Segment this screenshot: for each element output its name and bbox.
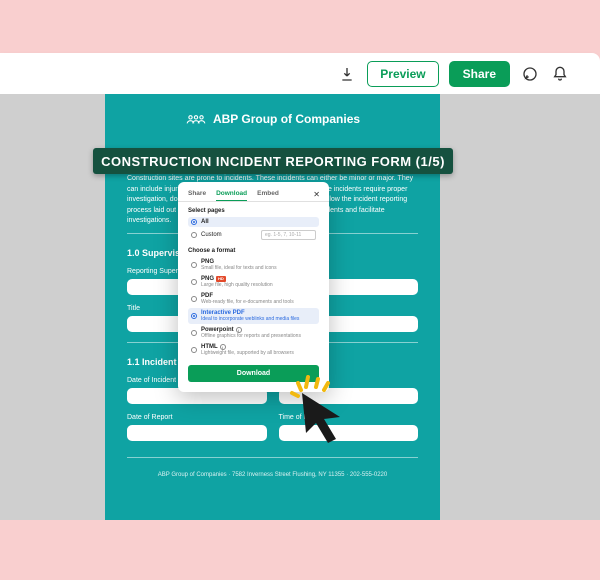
format-powerpoint[interactable]: Powerpoint i Offline graphics for report… <box>188 325 319 341</box>
select-pages-heading: Select pages <box>188 208 319 214</box>
cursor-with-spark <box>284 375 356 452</box>
field-date-report[interactable] <box>127 425 267 441</box>
form-title: CONSTRUCTION INCIDENT REPORTING FORM (1/… <box>101 154 445 169</box>
radio-icon <box>191 262 197 268</box>
form-footer: ABP Group of Companies · 7582 Inverness … <box>127 472 418 478</box>
custom-pages-input[interactable]: eg. 1-5, 7, 10-11 <box>261 230 316 240</box>
app-topbar: Preview Share <box>0 53 600 95</box>
brand-row: ABP Group of Companies <box>127 112 418 126</box>
format-html[interactable]: HTML i Lightweight file, supported by al… <box>188 342 319 358</box>
format-pdf[interactable]: PDF Web-ready file, for e-documents and … <box>188 291 319 307</box>
radio-custom[interactable]: Custom eg. 1-5, 7, 10-11 <box>188 228 319 242</box>
radio-icon <box>191 232 197 238</box>
modal-tabs: Share Download Embed <box>188 190 319 201</box>
label-date-report: Date of Report <box>127 414 267 421</box>
tab-share[interactable]: Share <box>188 190 206 201</box>
choose-format-heading: Choose a format <box>188 248 319 254</box>
brand-text: ABP Group of Companies <box>213 112 360 126</box>
form-title-banner: CONSTRUCTION INCIDENT REPORTING FORM (1/… <box>93 148 453 174</box>
radio-icon <box>191 313 197 319</box>
format-desc: Large file, high quality resolution <box>201 282 273 288</box>
people-icon <box>185 112 207 126</box>
divider <box>127 457 418 458</box>
bell-icon[interactable] <box>550 64 570 84</box>
radio-all-label: All <box>201 219 209 225</box>
format-png[interactable]: PNG Small file, ideal for texts and icon… <box>188 257 319 273</box>
comment-icon[interactable] <box>520 64 540 84</box>
radio-icon <box>191 330 197 336</box>
radio-icon <box>191 279 197 285</box>
format-png-hd[interactable]: PNG HD Large file, high quality resoluti… <box>188 274 319 290</box>
tab-embed[interactable]: Embed <box>257 190 279 201</box>
radio-icon <box>191 219 197 225</box>
format-interactive-pdf[interactable]: Interactive PDF Ideal to incorporate web… <box>188 308 319 324</box>
format-desc: Web-ready file, for e-documents and tool… <box>201 299 294 305</box>
format-desc: Lightweight file, supported by all brows… <box>201 350 294 356</box>
format-desc: Ideal to incorporate weblinks and media … <box>201 316 299 322</box>
download-icon[interactable] <box>337 64 357 84</box>
format-desc: Offline graphics for reports and present… <box>201 333 301 339</box>
radio-icon <box>191 347 197 353</box>
radio-custom-label: Custom <box>201 232 222 238</box>
radio-icon <box>191 296 197 302</box>
preview-button[interactable]: Preview <box>367 61 438 87</box>
format-desc: Small file, ideal for texts and icons <box>201 265 277 271</box>
radio-all[interactable]: All <box>188 217 319 227</box>
close-icon[interactable]: ✕ <box>313 190 320 199</box>
download-modal: ✕ Share Download Embed Select pages All … <box>178 182 329 392</box>
share-button[interactable]: Share <box>449 61 510 87</box>
tab-download[interactable]: Download <box>216 190 247 201</box>
